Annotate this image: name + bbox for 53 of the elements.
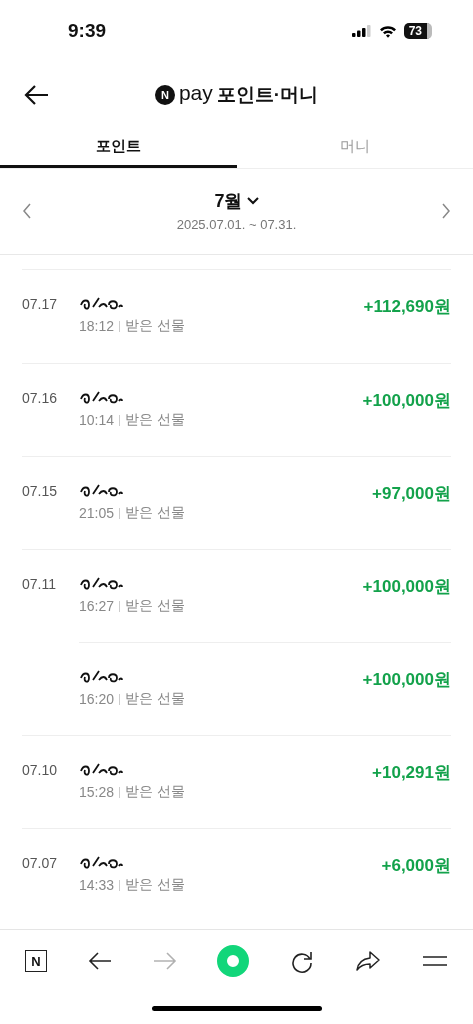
transaction-amount: +6,000원 bbox=[381, 855, 451, 877]
transaction-amount: +112,690원 bbox=[363, 296, 451, 318]
transaction-date: 07.15 bbox=[22, 483, 58, 499]
redacted-name-scribble bbox=[79, 761, 123, 777]
transaction-date: 07.17 bbox=[22, 296, 58, 312]
redacted-name-scribble bbox=[79, 389, 123, 405]
redacted-name-scribble bbox=[79, 854, 123, 870]
redacted-name-scribble bbox=[79, 482, 123, 498]
redacted-name-scribble bbox=[79, 575, 123, 591]
chevron-down-icon[interactable] bbox=[246, 197, 259, 205]
month-label[interactable]: 7월 bbox=[214, 189, 243, 213]
status-time: 9:39 bbox=[68, 20, 107, 42]
date-range: 2025.07.01. ~ 07.31. bbox=[176, 217, 297, 232]
transaction-time: 16:20 bbox=[79, 691, 115, 707]
transaction-time: 15:28 bbox=[79, 784, 115, 800]
transaction-time: 10:14 bbox=[79, 412, 115, 428]
transaction-type: 받은 선물 bbox=[125, 876, 185, 894]
reload-icon[interactable] bbox=[290, 949, 315, 973]
back-arrow-icon[interactable] bbox=[87, 951, 112, 971]
transaction-type: 받은 선물 bbox=[125, 597, 185, 615]
redacted-name-scribble bbox=[79, 295, 123, 311]
transaction-time: 16:27 bbox=[79, 598, 115, 614]
transaction-amount: +100,000원 bbox=[362, 576, 451, 598]
logo-text: pay bbox=[178, 81, 213, 105]
redacted-name-scribble bbox=[79, 668, 123, 684]
transaction-amount: +10,291원 bbox=[372, 762, 451, 784]
transaction-type: 받은 선물 bbox=[125, 690, 185, 708]
page-title: 포인트·머니 bbox=[216, 83, 319, 107]
transaction-amount: +100,000원 bbox=[362, 390, 451, 412]
home-button[interactable]: N bbox=[25, 950, 47, 972]
transaction-time: 18:12 bbox=[79, 318, 115, 334]
previous-month-icon[interactable] bbox=[22, 202, 32, 219]
transaction-time: 21:05 bbox=[79, 505, 115, 521]
back-arrow-icon[interactable] bbox=[23, 84, 49, 106]
logo-badge: N bbox=[154, 85, 175, 105]
transaction-date: 07.11 bbox=[22, 576, 56, 592]
wifi-icon bbox=[378, 24, 397, 38]
share-icon[interactable] bbox=[355, 950, 382, 972]
transaction-date: 07.16 bbox=[22, 390, 58, 406]
transaction-time: 14:33 bbox=[79, 877, 115, 893]
menu-icon[interactable] bbox=[421, 955, 448, 967]
tab[interactable]: 포인트 bbox=[0, 128, 237, 168]
transaction-type: 받은 선물 bbox=[125, 317, 185, 335]
transaction-type: 받은 선물 bbox=[125, 783, 185, 801]
transaction-amount: +97,000원 bbox=[372, 483, 451, 505]
transaction-amount: +100,000원 bbox=[362, 669, 451, 691]
transaction-type: 받은 선물 bbox=[125, 504, 185, 522]
transaction-type: 받은 선물 bbox=[125, 411, 185, 429]
next-month-icon[interactable] bbox=[441, 202, 451, 219]
battery-level: 73 bbox=[403, 23, 432, 39]
signal-icon bbox=[351, 25, 372, 37]
transaction-date: 07.10 bbox=[22, 762, 58, 778]
transaction-date: 07.07 bbox=[22, 855, 58, 871]
